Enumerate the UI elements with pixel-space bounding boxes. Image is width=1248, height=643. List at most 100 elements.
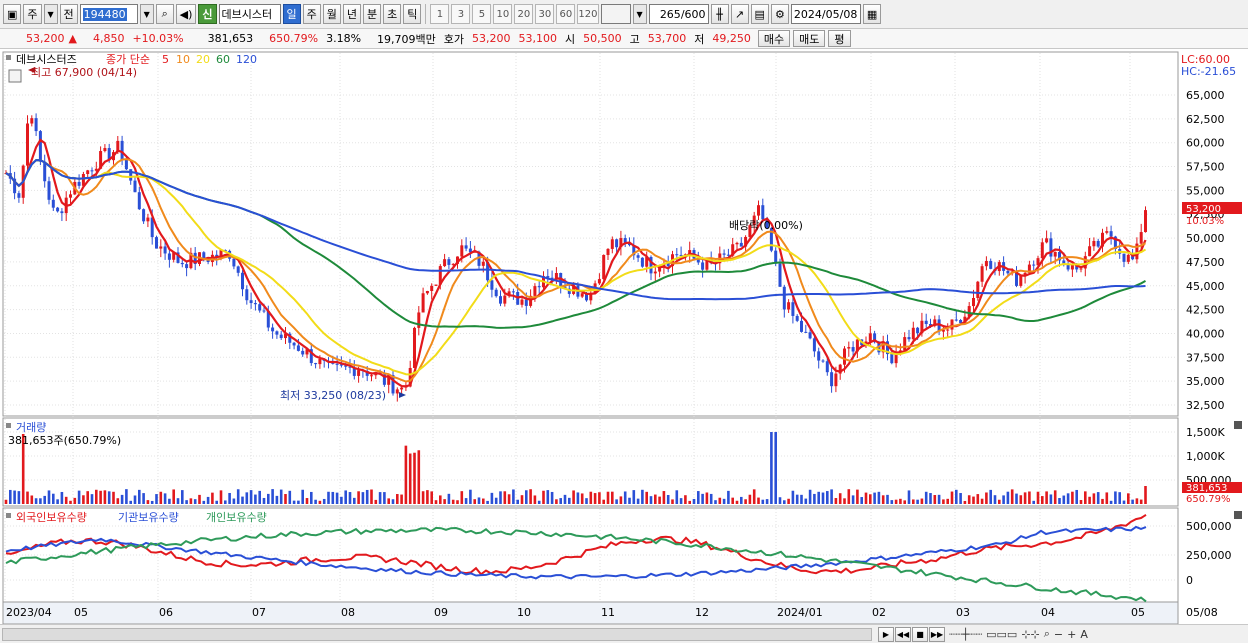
zoom-out-icon[interactable]: − (1054, 628, 1063, 641)
volume-bar (34, 498, 38, 504)
volume-bar (972, 496, 975, 504)
x-axis-label: 04 (1041, 606, 1055, 619)
candle-body (778, 263, 782, 287)
volume-handle-icon[interactable] (6, 423, 11, 428)
interval-10[interactable]: 10 (493, 4, 513, 24)
volume-bar (847, 489, 851, 504)
candle-body (417, 312, 421, 328)
buy-button[interactable]: 매수 (757, 30, 791, 47)
speaker-icon[interactable]: ◀) (175, 4, 197, 24)
stock-name: 데브시스터 (221, 8, 273, 21)
market-select[interactable]: 주 (23, 4, 42, 24)
stop-icon[interactable]: ■ (912, 626, 928, 642)
code-dropdown-icon[interactable]: ▼ (139, 4, 154, 24)
candle-body (1096, 240, 1100, 247)
interval-custom-input[interactable] (600, 4, 631, 24)
period-tab-week[interactable]: 주 (302, 4, 321, 24)
candle-body (434, 284, 438, 286)
interval-30[interactable]: 30 (535, 4, 555, 24)
volume-bar (654, 494, 657, 504)
interval-20[interactable]: 20 (514, 4, 534, 24)
candle-body (636, 255, 640, 258)
volume-bar (942, 499, 945, 504)
draw-line-icon[interactable]: ↗ (730, 4, 749, 24)
chart-tool-icon[interactable] (8, 69, 22, 83)
volume-bar (516, 499, 519, 504)
volume-bar (1058, 498, 1061, 504)
calendar-icon[interactable]: ▦ (862, 4, 882, 24)
low-marker-label: 최저 33,250 (08/23) (280, 389, 386, 402)
count-input[interactable]: 265/600 (648, 4, 709, 24)
sell-button[interactable]: 매도 (793, 30, 826, 47)
candle-body (606, 248, 610, 255)
search-icon[interactable]: ⌕ (155, 4, 174, 24)
volume-bar (804, 498, 808, 504)
candle-body (1139, 232, 1143, 244)
volume-bar (30, 495, 34, 504)
candle-body (159, 246, 163, 249)
period-tab-tick[interactable]: 틱 (403, 4, 422, 24)
candle-body (1045, 238, 1049, 243)
volume-bar (443, 499, 446, 504)
volume-bar (959, 493, 962, 504)
price-y-tick: 57,500 (1186, 161, 1225, 174)
volume-bar (619, 496, 623, 504)
volume-bar (860, 497, 863, 504)
candle-body (38, 131, 42, 162)
volume-close-icon[interactable] (1234, 421, 1242, 429)
candle-body (503, 295, 507, 304)
magnify-icon[interactable]: ⌕ (1044, 627, 1050, 641)
period-tab-minute[interactable]: 분 (363, 4, 382, 24)
holding-handle-icon[interactable] (6, 513, 11, 518)
scroll-end-icon[interactable]: ▶▶ (929, 626, 945, 642)
prev-button[interactable]: 전 (59, 4, 78, 24)
interval-120[interactable]: 120 (577, 4, 599, 24)
candle-body (980, 266, 984, 282)
save-icon[interactable]: ▤ (750, 4, 769, 24)
candle-body (481, 261, 485, 266)
volume-bar (731, 497, 734, 504)
interval-60[interactable]: 60 (556, 4, 576, 24)
tools-icon[interactable]: ⊹⊹ (1021, 628, 1039, 641)
period-tab-year[interactable]: 년 (342, 4, 362, 24)
stock-code-input[interactable]: 194480 (79, 4, 138, 24)
scroll-right-icon[interactable]: ▶ (878, 626, 894, 642)
chart-scrollbar[interactable] (2, 627, 872, 641)
volume-bar (17, 491, 21, 504)
market-dropdown-icon[interactable]: ▼ (43, 4, 58, 24)
volume-bar (305, 498, 309, 504)
volume-bar (606, 491, 610, 504)
panel-handle-icon[interactable] (6, 55, 11, 60)
font-size-icon[interactable]: A (1080, 628, 1088, 641)
interval-1[interactable]: 1 (430, 4, 450, 24)
price-change: 4,850 (92, 32, 125, 45)
volume-bar (615, 499, 618, 504)
zoom-in-icon[interactable]: + (1067, 628, 1076, 641)
candle-body (1092, 240, 1096, 247)
layout-icon[interactable]: ▭▭▭ (986, 628, 1017, 641)
period-tab-month[interactable]: 월 (322, 4, 341, 24)
interval-5[interactable]: 5 (472, 4, 492, 24)
avg-button[interactable]: 평 (828, 30, 851, 47)
count-max: /600 (680, 7, 706, 21)
zoom-slider-icon[interactable]: ┈┈┼┈┈ (949, 628, 982, 641)
period-tab-day[interactable]: 일 (282, 4, 301, 24)
volume-bar (1053, 490, 1057, 504)
settings-gear-icon[interactable]: ⚙ (770, 4, 789, 24)
candle-body (103, 148, 107, 152)
stock-chart[interactable]: 65,00062,50060,00057,50055,00052,50050,0… (0, 50, 1248, 625)
window-icon[interactable]: ▣ (3, 4, 22, 24)
date-input[interactable]: 2024/05/08 (790, 4, 861, 24)
candle-body (830, 372, 834, 387)
volume-bar (490, 492, 494, 504)
volume-bar (439, 495, 442, 504)
chart-type-icon[interactable]: ╫ (710, 4, 729, 24)
holding-close-icon[interactable] (1234, 511, 1242, 519)
interval-3[interactable]: 3 (451, 4, 471, 24)
chart-area[interactable]: 65,000 62,500 60,000 57,500 55,000 52,500 50,0… (0, 50, 1248, 625)
volume-bar (189, 498, 193, 504)
scroll-start-icon[interactable]: ◀◀ (895, 626, 911, 642)
period-tab-second[interactable]: 초 (383, 4, 402, 24)
volume-bar (869, 494, 872, 504)
interval-dropdown-icon[interactable]: ▼ (632, 4, 647, 24)
